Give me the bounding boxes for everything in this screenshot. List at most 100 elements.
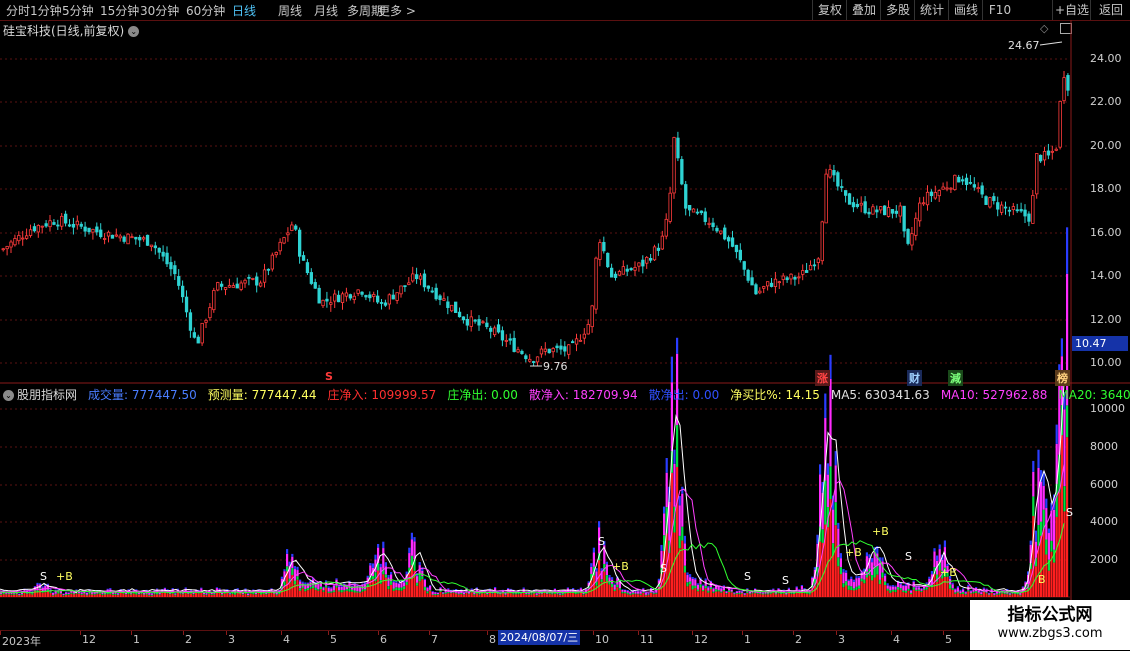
indicator-bar [1021, 586, 1024, 588]
indicator-bar [135, 592, 138, 595]
indicator-bar [403, 589, 406, 597]
indicator-bar [975, 591, 978, 593]
indicator-bar [1003, 593, 1006, 595]
candle-body [816, 258, 820, 263]
indicator-bar [608, 582, 611, 585]
candle-body [223, 287, 228, 290]
candle-body [933, 192, 937, 199]
candle-body [602, 242, 606, 252]
candle-body [9, 241, 13, 248]
indicator-bar [858, 576, 861, 578]
date-tick-mark [226, 631, 227, 635]
indicator-bar [15, 594, 18, 597]
indicator-bar [884, 585, 887, 597]
candle-body [988, 197, 992, 208]
candle-body [403, 285, 407, 288]
indicator-bar [205, 593, 208, 595]
indicator-bar [234, 592, 237, 595]
indicator-bar [306, 590, 309, 597]
indicator-bar [202, 594, 205, 597]
indicator-bar [795, 587, 798, 591]
indicator-bar [938, 544, 941, 550]
candle-body [266, 268, 271, 271]
candle-body [60, 215, 64, 227]
indicator-bar [488, 588, 491, 590]
indicator-bar [707, 592, 710, 597]
event-marker[interactable]: 榜 [1055, 370, 1070, 386]
event-marker[interactable]: 涨 [815, 370, 830, 386]
indicator-bar [436, 594, 439, 597]
indicator-bar [88, 594, 91, 597]
indicator-bar [707, 590, 710, 593]
indicator-bar [969, 590, 972, 592]
candle-body [387, 294, 392, 305]
indicator-bar [65, 595, 68, 597]
candle-body [773, 278, 778, 287]
indicator-bar [746, 591, 749, 593]
indicator-bar [962, 593, 965, 597]
indicator-bar [572, 593, 575, 597]
indicator-bar [798, 589, 801, 590]
indicator-bar [894, 592, 897, 597]
event-marker[interactable]: 财 [907, 370, 922, 386]
event-marker[interactable]: 減 [948, 370, 963, 386]
indicator-bar [915, 590, 918, 597]
event-marker[interactable]: S [325, 370, 333, 383]
indicator-bar [148, 594, 151, 596]
indicator-bar [254, 594, 257, 597]
indicator-bar [730, 589, 733, 592]
indicator-bar [96, 594, 99, 597]
indicator-bar [894, 589, 897, 593]
indicator-bar [345, 589, 348, 591]
indicator-bar [845, 585, 848, 597]
indicator-bar [559, 594, 562, 596]
indicator-bar [20, 595, 23, 597]
indicator-bar [330, 591, 333, 593]
indicator-bar [647, 595, 650, 597]
indicator-bar [722, 590, 725, 592]
candle-body [79, 223, 83, 227]
indicator-bar [624, 589, 627, 591]
indicator-bar [925, 589, 928, 597]
candle-body [399, 285, 403, 295]
candle-body [24, 235, 29, 239]
indicator-bar [286, 553, 289, 567]
indicator-bar [322, 586, 325, 588]
indicator-bar [967, 590, 970, 592]
candle-body [212, 290, 216, 311]
candle-body [801, 270, 805, 275]
indicator-bar [782, 593, 785, 597]
indicator-bar [741, 592, 744, 594]
indicator-bar [977, 590, 980, 593]
candle-body [867, 211, 871, 215]
candle-body [691, 208, 696, 213]
indicator-bar [730, 592, 733, 597]
indicator-bar [228, 594, 231, 595]
indicator-bar [75, 589, 78, 591]
indicator-bar [218, 592, 221, 597]
indicator-name[interactable]: 股朋指标网 [17, 388, 77, 402]
indicator-bar [613, 591, 616, 597]
indicator-bar [234, 594, 237, 597]
candle-body [528, 358, 532, 362]
indicator-bar [117, 595, 120, 597]
indicator-bar [868, 575, 871, 597]
indicator-bar [475, 587, 478, 589]
indicator-bar [842, 587, 845, 597]
chevron-down-icon[interactable]: ⌄ [3, 390, 14, 401]
indicator-bar [634, 591, 637, 594]
date-tick: 12 [82, 633, 96, 646]
indicator-bar [579, 587, 582, 589]
candle-body [122, 236, 126, 242]
indicator-bar [114, 593, 117, 595]
indicator-bar [655, 592, 658, 594]
indicator-bar [343, 590, 346, 592]
indicator-bar [772, 588, 775, 590]
indicator-bar [592, 575, 595, 597]
date-tick: 3 [838, 633, 845, 646]
date-tick: 2 [795, 633, 802, 646]
indicator-bar [975, 592, 978, 597]
indicator-bar [621, 591, 624, 594]
indicator-bar [353, 592, 356, 597]
indicator-bar [910, 589, 913, 591]
